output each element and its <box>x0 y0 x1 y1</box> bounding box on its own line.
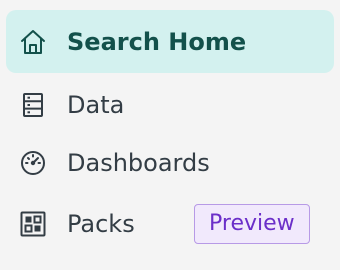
sidebar-nav: Search Home Data Dashboards Packs Previe… <box>0 0 340 270</box>
nav-item-label: Data <box>67 90 125 119</box>
nav-item-label: Search Home <box>67 27 247 56</box>
nav-item-packs[interactable]: Packs Preview <box>6 192 334 255</box>
nav-item-search-home[interactable]: Search Home <box>6 10 334 73</box>
nav-item-data[interactable]: Data <box>6 73 334 136</box>
gauge-icon <box>18 148 48 178</box>
home-icon <box>18 27 48 57</box>
preview-badge: Preview <box>194 203 310 244</box>
nav-item-label: Packs <box>67 209 135 238</box>
database-icon <box>18 90 48 120</box>
nav-item-label: Dashboards <box>67 148 210 177</box>
nav-item-dashboards[interactable]: Dashboards <box>6 131 334 194</box>
grid-icon <box>18 209 48 239</box>
